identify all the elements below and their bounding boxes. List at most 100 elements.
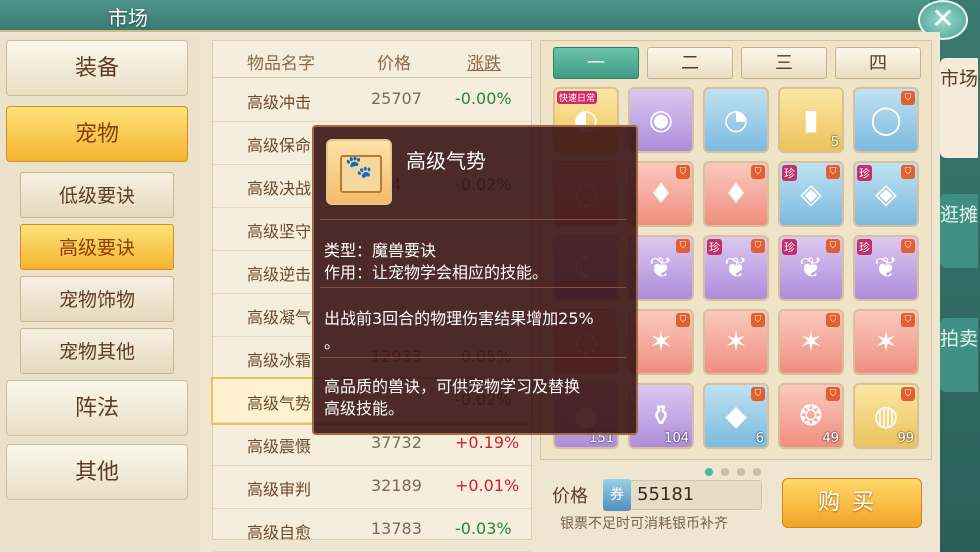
category-formation[interactable]: 阵法 — [6, 380, 188, 436]
item-quantity: 99 — [897, 431, 914, 446]
item-icon: ❦ — [649, 251, 673, 284]
item-icon: ♦ — [723, 177, 749, 210]
category-other[interactable]: 其他 — [6, 444, 188, 500]
side-tab-market[interactable]: 市场 — [940, 58, 978, 158]
page-dot[interactable] — [721, 468, 729, 476]
bound-badge-icon: ⛉ — [826, 313, 840, 327]
row-item-change: +0.01% — [455, 476, 520, 495]
header-change[interactable]: 涨跌 — [467, 49, 501, 74]
row-item-name: 高级逆击 — [247, 265, 312, 284]
buy-button[interactable]: 购买 — [782, 478, 922, 528]
tooltip-title: 高级气势 — [406, 149, 486, 173]
item-slot[interactable]: ◈ ⛉ 珍 — [778, 161, 844, 227]
page-dot[interactable] — [737, 468, 745, 476]
window-title: 市场 — [108, 6, 148, 30]
bound-badge-icon: ⛉ — [826, 239, 840, 253]
category-column: 装备 宠物 低级要诀 高级要诀 宠物饰物 宠物其他 阵法 其他 — [0, 36, 200, 552]
tooltip-note-2: 高级技能。 — [324, 399, 405, 418]
price-value: 55181 — [637, 484, 695, 505]
side-tab-stall[interactable]: 逛摊 — [940, 194, 978, 268]
table-row[interactable]: 高级自愈 13783 -0.03% — [213, 508, 531, 552]
row-item-change: -0.03% — [455, 519, 512, 538]
item-slot[interactable]: ✶ ⛉ — [778, 309, 844, 375]
item-slot[interactable]: ◔ — [703, 87, 769, 153]
bound-badge-icon: ⛉ — [826, 387, 840, 401]
item-icon: ◆ — [725, 399, 747, 432]
item-icon: ❦ — [799, 251, 823, 284]
pet-skill-scroll-icon: 🐾 — [326, 139, 392, 205]
item-slot[interactable]: ◯ ⛉ — [853, 87, 919, 153]
row-item-name: 高级决战 — [247, 179, 312, 198]
item-slot[interactable]: ▮ 5 — [778, 87, 844, 153]
tooltip-effect: 作用：让宠物学会相应的技能。 — [324, 263, 549, 282]
item-slot[interactable]: ◈ ⛉ 珍 — [853, 161, 919, 227]
row-item-name: 高级气势 — [247, 394, 312, 413]
item-slot[interactable]: ♦ ⛉ — [703, 161, 769, 227]
bound-badge-icon: ⛉ — [751, 165, 765, 179]
bound-badge-icon: ⛉ — [901, 239, 915, 253]
bound-badge-icon: ⛉ — [901, 387, 915, 401]
category-pet[interactable]: 宠物 — [6, 106, 188, 162]
item-slot[interactable]: ◍ ⛉ 99 — [853, 383, 919, 449]
item-slot[interactable]: ✶ ⛉ — [703, 309, 769, 375]
bound-badge-icon: ⛉ — [751, 387, 765, 401]
item-icon: ◯ — [870, 103, 902, 136]
tab-page-4[interactable]: 四 — [835, 47, 921, 79]
row-item-price: 13783 — [371, 519, 422, 538]
item-tooltip: 🐾 高级气势 类型：魔兽要诀 作用：让宠物学会相应的技能。 出战前3回合的物理伤… — [312, 125, 638, 435]
rare-badge: 珍 — [857, 239, 872, 255]
item-icon: ◍ — [873, 399, 899, 432]
side-tab-stall-label: 逛摊 — [940, 204, 979, 226]
item-icon: ❦ — [874, 251, 898, 284]
tooltip-desc-2: 。 — [324, 333, 341, 352]
subcategory-pet-other[interactable]: 宠物其他 — [20, 328, 174, 374]
item-quantity: 5 — [830, 135, 839, 150]
rare-badge: 珍 — [782, 165, 797, 181]
page-dot[interactable] — [753, 468, 761, 476]
row-item-price: 25707 — [371, 89, 422, 108]
silver-hint: 银票不足时可消耗银币补齐 — [560, 516, 728, 532]
item-quantity: 6 — [755, 431, 764, 446]
tab-page-1[interactable]: 一 — [553, 47, 639, 79]
row-item-name: 高级审判 — [247, 480, 312, 499]
bound-badge-icon: ⛉ — [826, 165, 840, 179]
item-icon: ❂ — [799, 399, 823, 432]
item-slot[interactable]: ✶ ⛉ — [853, 309, 919, 375]
table-row[interactable]: 高级审判 32189 +0.01% — [213, 465, 531, 509]
item-slot[interactable]: ◆ ⛉ 6 — [703, 383, 769, 449]
side-tab-auction[interactable]: 拍卖 — [940, 318, 978, 392]
item-slot[interactable]: ❦ ⛉ 珍 — [703, 235, 769, 301]
bound-badge-icon: ⛉ — [751, 239, 765, 253]
item-slot[interactable]: ❦ ⛉ 珍 — [853, 235, 919, 301]
bound-badge-icon: ⛉ — [901, 91, 915, 105]
bound-badge-icon: ⛉ — [901, 165, 915, 179]
item-icon: ▮ — [803, 103, 819, 136]
table-row[interactable]: 高级冲击 25707 -0.00% — [213, 78, 531, 122]
item-quantity: 104 — [664, 431, 689, 446]
rare-badge: 珍 — [707, 239, 722, 255]
item-icon: ✶ — [724, 325, 748, 358]
item-slot[interactable]: ❂ ⛉ 49 — [778, 383, 844, 449]
price-label: 价格 — [552, 486, 588, 507]
subcategory-low-skill[interactable]: 低级要诀 — [20, 172, 174, 218]
side-tab-auction-label: 拍卖 — [940, 328, 979, 350]
category-equipment[interactable]: 装备 — [6, 40, 188, 96]
page-dot[interactable] — [705, 468, 713, 476]
bound-badge-icon: ⛉ — [676, 165, 690, 179]
tab-page-3[interactable]: 三 — [741, 47, 827, 79]
item-icon: ◈ — [800, 177, 822, 210]
tab-page-2[interactable]: 二 — [647, 47, 733, 79]
item-icon: ◉ — [648, 103, 674, 136]
item-icon: ◔ — [723, 103, 749, 136]
subcategory-pet-accessory[interactable]: 宠物饰物 — [20, 276, 174, 322]
item-icon: ✶ — [874, 325, 898, 358]
bound-badge-icon: ⛉ — [676, 313, 690, 327]
item-slot[interactable]: ❦ ⛉ 珍 — [778, 235, 844, 301]
item-icon: ◈ — [875, 177, 897, 210]
row-item-name: 高级保命 — [247, 136, 312, 155]
subcategory-high-skill[interactable]: 高级要诀 — [20, 224, 174, 270]
price-box: 券 55181 — [603, 479, 762, 511]
row-item-name: 高级冲击 — [247, 93, 312, 112]
row-item-change: -0.00% — [455, 89, 512, 108]
item-icon: ❦ — [724, 251, 748, 284]
